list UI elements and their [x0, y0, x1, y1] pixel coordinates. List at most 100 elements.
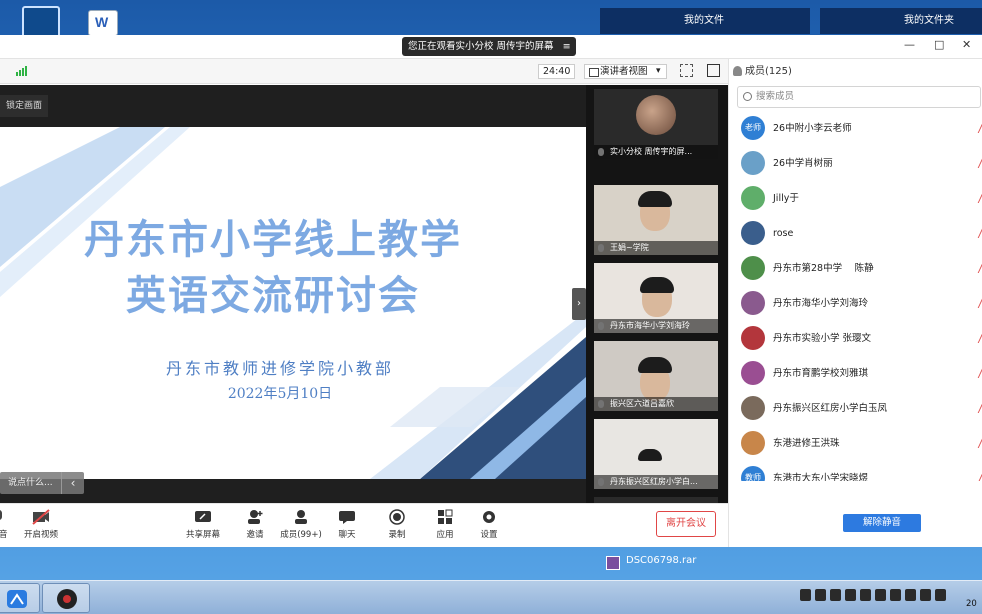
avatar: [741, 186, 765, 210]
list-item[interactable]: 丹东市第28中学 陈静: [729, 251, 982, 286]
video-tile-name: 王娟~学院: [594, 241, 718, 255]
meeting-window: 您正在观看实小分校 周传宇的屏幕 ≡ — □ ✕ 24:40 演讲者视图 锁定画…: [0, 35, 982, 547]
member-name: 丹东市海华小学刘海玲: [773, 298, 869, 309]
leave-meeting-button[interactable]: 离开会议: [656, 511, 716, 537]
share-screen-icon: [195, 511, 211, 522]
window-titlebar: 您正在观看实小分校 周传宇的屏幕 ≡ — □ ✕: [0, 35, 982, 59]
list-item[interactable]: rose: [729, 216, 982, 251]
list-item[interactable]: 丹东市海华小学刘海玲: [729, 286, 982, 321]
tray-app-icon: [920, 589, 931, 601]
unmute-all-button[interactable]: 解除静音: [843, 514, 921, 532]
comment-input[interactable]: 说点什么...: [0, 472, 84, 494]
member-name: 26中学肖树丽: [773, 158, 833, 169]
video-tile[interactable]: 王娟~学院: [594, 185, 718, 255]
list-item[interactable]: 丹东市实验小学 张璎文: [729, 321, 982, 356]
tray-app-icon: [860, 589, 871, 601]
member-name: 东港市大东小学宋晓煜: [773, 473, 869, 481]
list-item[interactable]: 26中学肖树丽: [729, 146, 982, 181]
member-name: 丹东市实验小学 张璎文: [773, 333, 872, 344]
shared-screen-stage: 锁定画面 丹东市小学线上教学 英语交流研讨会 丹东市教师进修学院小教部 2022…: [0, 85, 586, 515]
taskbar-obs-app[interactable]: [42, 583, 90, 613]
screen-share-banner[interactable]: 您正在观看实小分校 周传宇的屏幕 ≡: [402, 37, 576, 56]
layout-icon[interactable]: [707, 64, 720, 77]
member-list: 老师 26中附小李云老师 26中学肖树丽 Jilly于 rose 丹东市第28中…: [729, 111, 982, 481]
banner-menu-icon[interactable]: ≡: [563, 37, 571, 56]
add-user-icon: [248, 510, 263, 524]
tray-app-icon: [845, 589, 856, 601]
avatar: [741, 291, 765, 315]
mic-off-icon[interactable]: [972, 193, 982, 203]
members-button[interactable]: 成员(99+): [278, 509, 324, 540]
camera-app-icon[interactable]: [22, 6, 60, 38]
chat-button[interactable]: 聊天: [324, 509, 370, 540]
mic-off-icon[interactable]: [972, 438, 982, 448]
minimize-button[interactable]: —: [904, 38, 915, 51]
avatar: [741, 396, 765, 420]
desktop-file[interactable]: DSC06798.rar: [606, 555, 696, 570]
close-button[interactable]: ✕: [962, 38, 971, 51]
list-item[interactable]: 教师 东港市大东小学宋晓煜: [729, 461, 982, 481]
start-video-button[interactable]: 开启视频: [18, 509, 64, 540]
settings-label: 设置: [480, 530, 498, 540]
video-tile[interactable]: 实小分校 周传宇的屏...: [594, 89, 718, 159]
lock-view-tip[interactable]: 锁定画面: [0, 95, 49, 117]
mic-off-icon[interactable]: [972, 158, 982, 168]
member-name: 丹东市育鹏学校刘雅琪: [773, 368, 869, 379]
mic-off-icon[interactable]: [972, 298, 982, 308]
video-tile[interactable]: 丹东振兴区红房小学白...: [594, 419, 718, 489]
desktop-folder-my-files[interactable]: 我的文件: [600, 8, 810, 34]
taskbar-meeting-app[interactable]: [0, 583, 40, 613]
taskbar: 20: [0, 580, 982, 614]
members-panel: 成员(125) 搜索成员 老师 26中附小李云老师 26中学肖树丽 Jilly于…: [728, 59, 982, 547]
presentation-slide: 丹东市小学线上教学 英语交流研讨会 丹东市教师进修学院小教部 2022年5月10…: [0, 127, 586, 479]
meeting-timer: 24:40: [538, 64, 576, 79]
word-icon-letter: W: [95, 14, 109, 30]
mic-off-icon[interactable]: [972, 473, 982, 481]
participant-avatar: [636, 95, 676, 135]
avatar: [741, 151, 765, 175]
tray-app-icon: [800, 589, 811, 601]
member-name: 东港进修王洪珠: [773, 438, 840, 449]
tray-app-icon: [935, 589, 946, 601]
mic-off-icon[interactable]: [972, 403, 982, 413]
collapse-strip-button[interactable]: ›: [572, 288, 586, 320]
meeting-app-icon: [7, 590, 27, 608]
tray-app-icon: [875, 589, 886, 601]
invite-button[interactable]: 邀请: [232, 509, 278, 540]
system-tray[interactable]: [800, 589, 950, 607]
fullscreen-icon[interactable]: [680, 64, 693, 77]
slide-title-line2: 英语交流研讨会: [126, 273, 420, 319]
video-tile-name: 实小分校 周传宇的屏...: [594, 145, 718, 159]
slide-title-line1: 丹东市小学线上教学: [84, 217, 462, 263]
maximize-button[interactable]: □: [934, 38, 944, 51]
video-tile[interactable]: 振兴区六道吕嘉欣: [594, 341, 718, 411]
list-item[interactable]: 老师 26中附小李云老师: [729, 111, 982, 146]
member-search-input[interactable]: 搜索成员: [737, 86, 981, 108]
invite-label: 邀请: [246, 530, 264, 540]
list-item[interactable]: Jilly于: [729, 181, 982, 216]
mic-off-icon[interactable]: [972, 263, 982, 273]
desktop-folder-my-folders[interactable]: 我的文件夹: [820, 8, 982, 34]
view-mode-dropdown[interactable]: 演讲者视图: [584, 64, 667, 79]
video-tile[interactable]: 丹东市海华小学刘海玲: [594, 263, 718, 333]
members-label: 成员(99+): [280, 530, 322, 540]
member-name: 丹东振兴区红房小学白玉凤: [773, 403, 888, 414]
mic-off-icon[interactable]: [972, 333, 982, 343]
signal-strength-icon[interactable]: [16, 66, 28, 76]
list-item[interactable]: 东港进修王洪珠: [729, 426, 982, 461]
meeting-top-toolbar: 24:40 演讲者视图: [0, 59, 728, 84]
word-document-icon[interactable]: W: [88, 10, 118, 36]
chat-label: 聊天: [338, 530, 356, 540]
slide-date: 2022年5月10日: [227, 386, 333, 402]
settings-button[interactable]: 设置: [466, 509, 512, 540]
record-button[interactable]: 录制: [374, 509, 420, 540]
share-screen-button[interactable]: 共享屏幕: [180, 509, 226, 540]
mic-off-icon[interactable]: [972, 228, 982, 238]
taskbar-clock[interactable]: 20: [966, 599, 977, 609]
apps-button[interactable]: 应用: [422, 509, 468, 540]
mic-off-icon[interactable]: [972, 368, 982, 378]
list-item[interactable]: 丹东市育鹏学校刘雅琪: [729, 356, 982, 391]
mic-off-icon[interactable]: [972, 123, 982, 133]
member-name: Jilly于: [773, 193, 799, 204]
list-item[interactable]: 丹东振兴区红房小学白玉凤: [729, 391, 982, 426]
